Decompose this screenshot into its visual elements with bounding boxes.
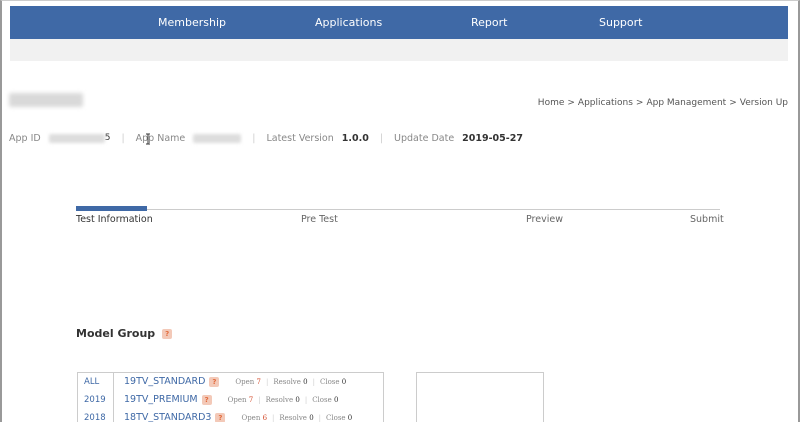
breadcrumb-separator: >: [635, 98, 644, 108]
latest-version-value: 1.0.0: [341, 132, 369, 144]
sub-navigation-bar: [10, 39, 788, 61]
window-frame: [0, 0, 800, 422]
close-label: Close: [312, 395, 332, 404]
breadcrumb-version-up: Version Up: [739, 98, 788, 108]
model-name-link[interactable]: 19TV_PREMIUM: [124, 394, 198, 405]
year-filter-2018[interactable]: 2018: [84, 413, 106, 422]
app-id-redacted: [48, 133, 105, 143]
model-row: 19TV_STANDARD ? Open 7 | Resolve 0 | Close 0: [124, 376, 346, 387]
info-divider: |: [252, 132, 256, 144]
help-icon[interactable]: ?: [209, 376, 220, 387]
step-preview[interactable]: Preview: [526, 214, 563, 225]
breadcrumb-applications[interactable]: Applications: [578, 98, 633, 108]
model-stats: Open 7 | Resolve 0 | Close 0: [235, 378, 346, 386]
year-filter-2019[interactable]: 2019: [84, 395, 106, 405]
resolve-count: 0: [309, 413, 314, 422]
update-date-value: 2019-05-27: [462, 132, 523, 144]
app-name-label: App Name: [135, 132, 186, 144]
model-group-label: Model Group: [76, 327, 156, 340]
stat-separator: |: [318, 413, 322, 422]
info-divider: |: [379, 132, 384, 144]
step-test-information[interactable]: Test Information: [76, 214, 153, 225]
step-progress-track: [76, 209, 720, 210]
year-filter-all[interactable]: ALL: [84, 377, 99, 387]
close-label: Close: [319, 377, 340, 386]
model-row: 19TV_PREMIUM ? Open 7 | Resolve 0 | Close 0: [124, 394, 338, 405]
model-group-list: ALL 2019 2018 19TV_STANDARD ? Open 7 | Res…: [77, 372, 384, 422]
stat-separator: |: [272, 413, 275, 422]
latest-version-label: Latest Version: [266, 132, 334, 144]
open-label: Open: [227, 395, 247, 404]
stat-separator: |: [265, 377, 269, 386]
close-count: 0: [341, 377, 347, 386]
open-label: Open: [241, 413, 261, 422]
year-filter: ALL 2019 2018: [78, 373, 114, 422]
resolve-count: 0: [295, 395, 300, 404]
breadcrumb-separator: >: [729, 98, 737, 108]
close-count: 0: [333, 395, 339, 404]
nav-support[interactable]: Support: [599, 6, 642, 39]
open-count: 7: [248, 395, 254, 404]
close-count: 0: [347, 413, 353, 422]
update-date-label: Update Date: [394, 132, 455, 144]
model-row: 18TV_STANDARD3 ? Open 6 | Resolve 0 | Close …: [124, 412, 352, 422]
nav-membership[interactable]: Membership: [158, 6, 226, 39]
help-icon[interactable]: ?: [215, 412, 226, 422]
nav-report[interactable]: Report: [471, 6, 507, 39]
stat-separator: |: [312, 377, 315, 386]
breadcrumb-home[interactable]: Home: [538, 98, 565, 108]
model-detail-panel: [416, 372, 544, 422]
info-divider: |: [121, 132, 125, 144]
app-name-redacted: [193, 133, 242, 143]
breadcrumb-separator: >: [567, 98, 575, 108]
model-group-title: Model Group ?: [76, 327, 173, 340]
step-pre-test[interactable]: Pre Test: [301, 214, 338, 225]
text-cursor-icon: [145, 133, 151, 145]
help-icon[interactable]: ?: [201, 394, 212, 405]
resolve-label: Resolve: [279, 413, 307, 422]
app-id-value: 5: [104, 133, 111, 143]
resolve-label: Resolve: [265, 395, 294, 404]
model-stats: Open 6 | Resolve 0 | Close 0: [241, 414, 352, 422]
resolve-label: Resolve: [273, 377, 301, 386]
page-title-redacted: [9, 93, 83, 107]
app-id-label: App ID: [9, 132, 41, 144]
breadcrumb-app-management[interactable]: App Management: [646, 98, 726, 108]
nav-applications[interactable]: Applications: [315, 6, 382, 39]
model-name-link[interactable]: 19TV_STANDARD: [124, 376, 205, 387]
stat-separator: |: [258, 395, 261, 404]
open-label: Open: [235, 377, 255, 386]
open-count: 7: [256, 377, 261, 386]
resolve-count: 0: [303, 377, 308, 386]
help-icon[interactable]: ?: [162, 328, 173, 339]
close-label: Close: [326, 413, 346, 422]
model-stats: Open 7 | Resolve 0 | Close 0: [228, 396, 339, 404]
step-progress-active: [76, 206, 147, 211]
stat-separator: |: [304, 395, 308, 404]
model-name-link[interactable]: 18TV_STANDARD3: [124, 412, 211, 422]
step-submit[interactable]: Submit: [690, 214, 724, 225]
breadcrumb: Home > Applications > App Management > Version…: [538, 98, 788, 108]
open-count: 6: [262, 413, 268, 422]
app-info-bar: App ID 5 | App Name | Latest Version 1.0…: [9, 132, 523, 145]
top-navigation: Membership Applications Report Support: [10, 6, 788, 39]
